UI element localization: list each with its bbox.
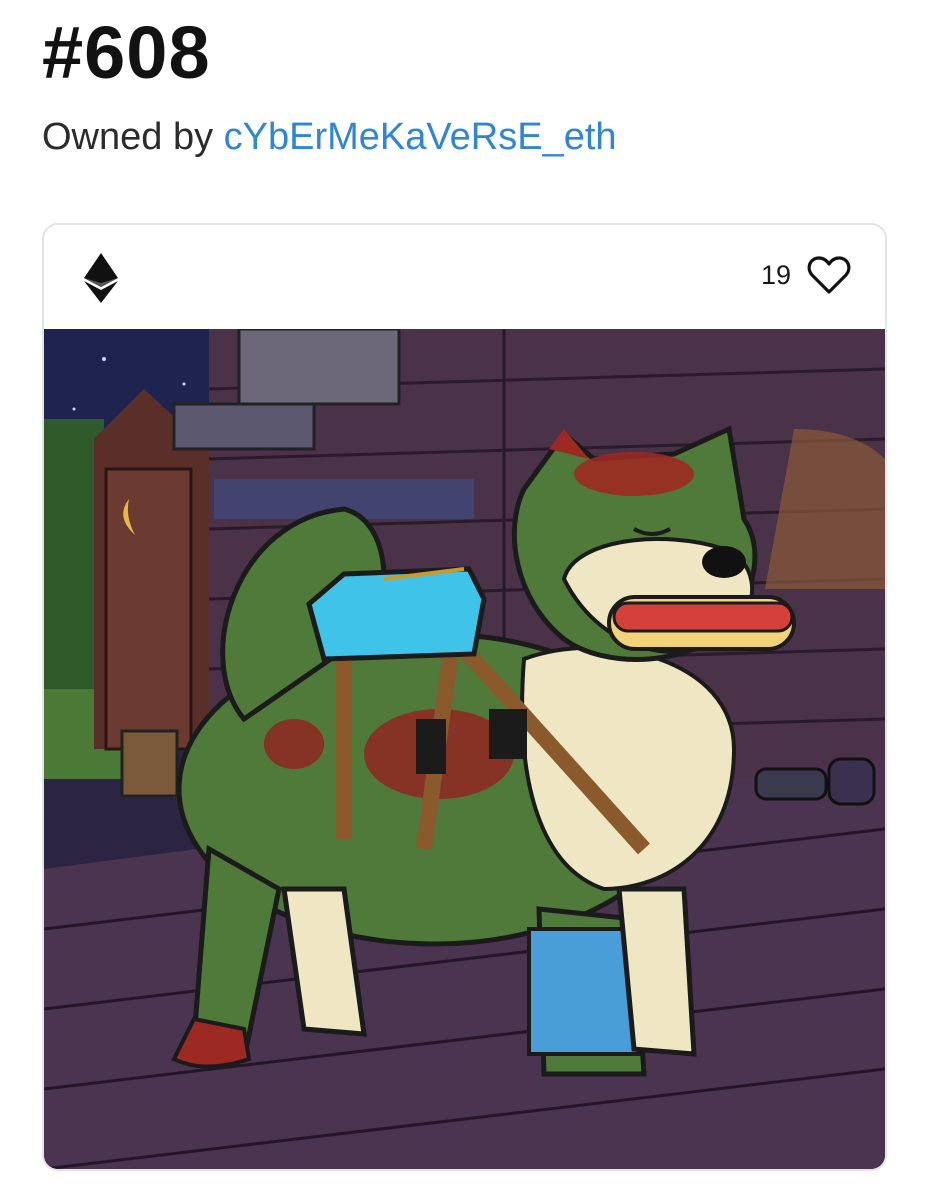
ethereum-icon	[84, 253, 118, 303]
card-header: 19	[44, 225, 885, 329]
like-counter: 19	[761, 255, 851, 295]
nft-card: 19	[42, 223, 887, 1171]
nft-image[interactable]	[44, 329, 885, 1169]
page-title: #608	[42, 11, 211, 94]
owner-prefix: Owned by	[42, 116, 214, 158]
heart-outline-icon[interactable]	[807, 255, 851, 295]
owner-link[interactable]: cYbErMeKaVeRsE_eth	[224, 116, 617, 158]
like-count: 19	[760, 259, 791, 290]
owner-line: Owned by cYbErMeKaVeRsE_eth	[42, 116, 617, 159]
